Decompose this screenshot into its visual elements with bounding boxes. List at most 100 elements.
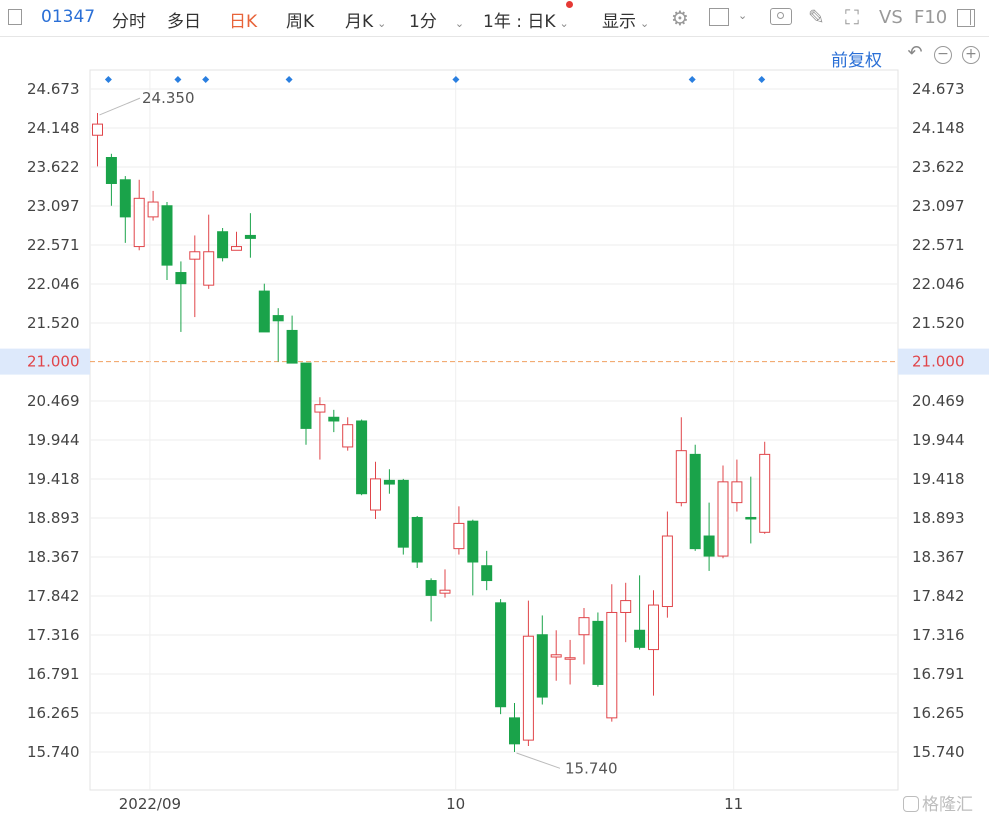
candle <box>634 575 646 650</box>
candle <box>356 419 368 496</box>
y-tick-label-left: 21.520 <box>27 314 80 332</box>
candle-body <box>634 629 646 648</box>
candle-body <box>370 478 381 511</box>
candle <box>564 639 576 685</box>
candle <box>606 584 618 722</box>
candlestick-chart[interactable]: 24.673 24.148 23.622 23.097 22.571 22.046 21.5… <box>0 0 989 820</box>
y-tick-label-left: 24.673 <box>27 80 80 98</box>
y-tick-label-left: 16.265 <box>27 704 80 722</box>
candle <box>703 502 715 571</box>
candle-body <box>300 362 312 429</box>
candle <box>314 397 326 460</box>
y-tick-label-right: 17.316 <box>912 626 965 644</box>
y-tick-label-left: 23.622 <box>27 158 80 176</box>
candle <box>648 590 659 696</box>
y-tick-label-left: 24.148 <box>27 119 80 137</box>
max-leader-line <box>99 97 141 116</box>
candle-body <box>356 420 368 495</box>
y-tick-label-left: 19.944 <box>27 431 80 449</box>
candle <box>578 608 590 665</box>
y-tick-label-right: 16.791 <box>912 665 965 683</box>
y-tick-label-left: 17.842 <box>27 587 80 605</box>
event-marker <box>104 76 112 83</box>
candle <box>258 283 270 333</box>
candle-body <box>648 604 659 651</box>
y-tick-label-left: 20.469 <box>27 392 80 410</box>
y-tick-label-right: 15.740 <box>912 743 965 761</box>
candle-body <box>745 516 757 520</box>
y-tick-label-right: 21.000 <box>912 353 965 371</box>
candle <box>592 612 604 687</box>
x-tick-label: 10 <box>446 795 465 813</box>
plot-border <box>89 69 899 791</box>
x-tick-label: 11 <box>724 795 743 813</box>
candle <box>342 417 354 451</box>
candle-body <box>425 580 437 596</box>
candle-body <box>495 602 507 708</box>
candle-body <box>606 611 618 719</box>
candle-body <box>314 404 326 413</box>
candle-body <box>258 290 270 333</box>
x-tick-label: 2022/09 <box>119 795 181 813</box>
candle-body <box>342 424 354 448</box>
candle-body <box>272 315 284 322</box>
candle-body <box>328 416 340 422</box>
candle-body <box>578 617 590 636</box>
candle <box>272 308 284 362</box>
y-tick-label-left: 19.418 <box>27 470 80 488</box>
candle <box>745 476 757 544</box>
event-marker <box>285 76 293 83</box>
candle <box>328 409 340 433</box>
y-tick-label-right: 24.673 <box>912 80 965 98</box>
event-marker <box>758 76 766 83</box>
y-tick-label-right: 16.265 <box>912 704 965 722</box>
candle-body <box>147 201 159 218</box>
candle <box>536 615 548 705</box>
candle <box>244 213 256 258</box>
candle <box>217 228 229 262</box>
candle-body <box>133 197 145 248</box>
event-marker <box>202 76 210 83</box>
candle <box>467 519 479 596</box>
candle <box>675 417 687 507</box>
watermark-text: 格隆汇 <box>922 795 973 815</box>
candle-body <box>759 453 771 533</box>
candles <box>92 112 771 752</box>
candle-body <box>439 589 451 594</box>
candle-body <box>397 479 409 548</box>
candle-body <box>717 481 729 557</box>
y-axis-left: 24.673 24.148 23.622 23.097 22.571 22.046 21.5… <box>27 80 80 761</box>
y-tick-label-left: 16.791 <box>27 665 80 683</box>
candle-body <box>481 565 493 582</box>
candle <box>383 469 395 494</box>
candle-body <box>244 234 256 239</box>
candle <box>300 362 312 445</box>
y-tick-label-left: 18.367 <box>27 548 80 566</box>
event-marker <box>174 76 182 83</box>
candle-body <box>92 123 103 136</box>
candle-body <box>564 657 576 660</box>
candle <box>231 231 242 251</box>
candle <box>370 461 381 519</box>
candle-body <box>119 179 131 218</box>
y-tick-label-left: 17.316 <box>27 626 80 644</box>
candle <box>439 569 451 598</box>
y-tick-label-left: 21.000 <box>27 353 80 371</box>
candle-body <box>689 453 701 550</box>
candle-body <box>217 231 229 259</box>
candle <box>397 478 409 555</box>
candle <box>119 176 131 243</box>
candle <box>689 444 701 551</box>
y-tick-label-right: 22.046 <box>912 275 965 293</box>
y-tick-label-right: 19.418 <box>912 470 965 488</box>
event-markers <box>104 76 766 83</box>
y-tick-label-right: 18.893 <box>912 509 965 527</box>
candle-body <box>105 157 117 184</box>
candle <box>620 582 632 643</box>
max-price-label: 24.350 <box>142 89 195 107</box>
event-marker <box>688 76 696 83</box>
candle-body <box>189 251 201 260</box>
candle <box>550 630 562 681</box>
candle-body <box>467 520 479 563</box>
candle-body <box>661 535 673 608</box>
